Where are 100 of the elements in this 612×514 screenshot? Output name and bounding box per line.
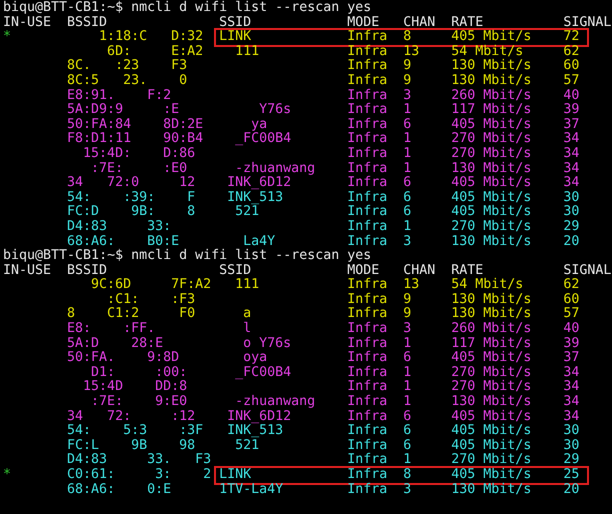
bssid-cell-text: 54: :39: F bbox=[67, 190, 196, 205]
channel-cell-text: 6 bbox=[403, 424, 412, 439]
bssid-cell-text: 1:18:C D:32 bbox=[98, 30, 204, 45]
channel-cell-text: 6 bbox=[403, 190, 412, 205]
signal-cell: 29 bbox=[563, 453, 580, 468]
bssid-cell-text: :C1: :F3 bbox=[106, 292, 196, 307]
mode-cell-text: Infra bbox=[347, 482, 388, 498]
bssid-cell-text: 15:4D DD:8 bbox=[82, 380, 188, 395]
rate-cell-text: 130 Mbit/s bbox=[451, 234, 532, 250]
rate-cell-text: 130 Mbit/s bbox=[451, 162, 532, 176]
bssid-cell-text: 68:A6: B0:E bbox=[67, 234, 180, 248]
rate-cell-text: 270 Mbit/s bbox=[451, 453, 532, 468]
bssid-cell-text: 9C:6D 7F:A2 bbox=[90, 278, 212, 293]
column-header: CHAN bbox=[403, 16, 436, 30]
rate-cell-text: 405 Mbit/s bbox=[451, 438, 532, 453]
bssid-cell-text: C0:61: 3: 2 bbox=[67, 468, 212, 483]
mode-cell-text: Infra bbox=[347, 351, 388, 366]
signal-cell-text: 34 bbox=[563, 380, 580, 395]
signal-cell-text: 60 bbox=[563, 292, 580, 307]
signal-cell: 34 bbox=[563, 132, 580, 147]
channel-cell-text: 1 bbox=[403, 336, 412, 351]
channel-cell-text: 1 bbox=[403, 453, 412, 468]
rate-cell-text: 405 Mbit/s bbox=[451, 176, 532, 190]
mode-cell-text: Infra bbox=[347, 74, 388, 88]
ssid-cell-text: oya bbox=[242, 351, 268, 366]
rate-cell-text: 260 Mbit/s bbox=[451, 322, 532, 336]
channel-cell-text: 3 bbox=[403, 482, 412, 498]
rate-cell-text: 130 Mbit/s bbox=[451, 482, 532, 498]
ssid-cell-text: La4Y bbox=[242, 234, 276, 248]
signal-cell: 20 bbox=[563, 234, 580, 250]
mode-cell-text: Infra bbox=[347, 453, 388, 468]
bssid-cell-text: 5A:D 28:E bbox=[67, 336, 164, 351]
signal-cell: 39 bbox=[563, 103, 580, 118]
mode-cell-text: Infra bbox=[347, 44, 388, 59]
signal-cell-text: 40 bbox=[563, 88, 580, 103]
rate-cell-text: 117 Mbit/s bbox=[451, 103, 532, 118]
channel-cell-text: 1 bbox=[403, 146, 412, 162]
channel-cell-text: 9 bbox=[403, 307, 412, 322]
channel-cell-text: 1 bbox=[403, 103, 412, 118]
channel-cell-text: 3 bbox=[403, 88, 412, 103]
signal-cell-text: 57 bbox=[563, 307, 580, 322]
bssid-cell-text: 50:FA:84 8D:2E bbox=[67, 118, 204, 132]
mode-cell-text: Infra bbox=[347, 30, 388, 44]
rate-cell-text: 405 Mbit/s bbox=[451, 410, 532, 424]
signal-cell: 34 bbox=[563, 146, 580, 162]
bssid-cell-text: 50:FA. 9:8D bbox=[67, 351, 180, 366]
bssid-cell-text: 5A:D9:9 :E bbox=[67, 103, 180, 118]
channel-cell-text: 3 bbox=[403, 322, 412, 337]
bssid-cell-text: D4:83 33. F3 bbox=[67, 453, 212, 468]
ssid-cell-text: l bbox=[242, 322, 252, 337]
ssid-cell-text: LINK bbox=[219, 30, 252, 45]
channel-cell-text: 1 bbox=[403, 220, 412, 234]
bssid-cell-text: 8C. :23 F3 bbox=[67, 59, 188, 74]
mode-cell-text: Infra bbox=[347, 118, 388, 132]
signal-cell-text: 30 bbox=[563, 190, 580, 205]
mode-cell-text: Infra bbox=[347, 132, 388, 146]
signal-cell: 60 bbox=[563, 59, 580, 74]
ssid-cell-text: a bbox=[242, 307, 252, 322]
rate-cell-text: 270 Mbit/s bbox=[451, 366, 532, 380]
in-use-marker: * bbox=[3, 468, 12, 483]
column-header: MODE bbox=[347, 264, 380, 278]
signal-cell-text: 34 bbox=[563, 410, 580, 424]
rate-cell-text: 54 Mbit/s bbox=[451, 278, 524, 292]
mode-cell-text: Infra bbox=[347, 438, 388, 453]
rate-cell-text: 130 Mbit/s bbox=[451, 74, 532, 88]
column-header: SIGNAL bbox=[563, 16, 612, 30]
column-header: BSSID bbox=[67, 264, 108, 278]
channel-cell-text: 9 bbox=[403, 74, 412, 89]
ssid-cell-text: ya bbox=[250, 118, 268, 132]
rate-cell-text: 405 Mbit/s bbox=[451, 468, 532, 482]
rate-cell-text: 130 Mbit/s bbox=[451, 292, 532, 307]
ssid-cell-text: _FC00B4 bbox=[234, 366, 292, 380]
bssid-cell-text: 6D: E:A2 bbox=[106, 44, 204, 59]
column-header: MODE bbox=[347, 16, 380, 30]
signal-cell: 34 bbox=[563, 395, 580, 410]
channel-cell-text: 13 bbox=[403, 44, 420, 59]
bssid-cell-text: 34 72: :12 bbox=[67, 410, 196, 424]
ssid-cell-text: INK_6D12 bbox=[226, 410, 292, 424]
signal-cell: 62 bbox=[563, 278, 580, 293]
channel-cell-text: 6 bbox=[403, 118, 412, 132]
column-header: RATE bbox=[451, 264, 484, 278]
bssid-cell-text: 34 72:0 12 bbox=[67, 176, 196, 191]
ssid-cell-text: Y76s bbox=[258, 103, 292, 118]
mode-cell-text: Infra bbox=[347, 322, 388, 336]
column-header: RATE bbox=[451, 16, 484, 30]
mode-cell-text: Infra bbox=[347, 292, 388, 307]
bssid-cell-text: :7E: 9:E0 bbox=[90, 395, 188, 410]
channel-cell-text: 9 bbox=[403, 292, 412, 307]
mode-cell-text: Infra bbox=[347, 278, 388, 292]
ssid-cell-text: -zhuanwang bbox=[234, 395, 316, 410]
rate-cell-text: 54 Mbit/s bbox=[451, 44, 524, 59]
bssid-cell-text: D4:83 33: bbox=[67, 220, 172, 234]
bssid-cell-text: 15:4D: D:86 bbox=[82, 146, 196, 162]
mode-cell-text: Infra bbox=[347, 103, 388, 118]
command-line: biqu@BTT-CB1:~$ nmcli d wifi list --rescan yes bbox=[3, 0, 372, 15]
command-line: biqu@BTT-CB1:~$ nmcli d wifi list --rescan yes bbox=[3, 248, 372, 264]
signal-cell: 30 bbox=[563, 205, 580, 220]
mode-cell-text: Infra bbox=[347, 88, 388, 103]
signal-cell: 72 bbox=[563, 30, 580, 45]
mode-cell-text: Infra bbox=[347, 410, 388, 424]
